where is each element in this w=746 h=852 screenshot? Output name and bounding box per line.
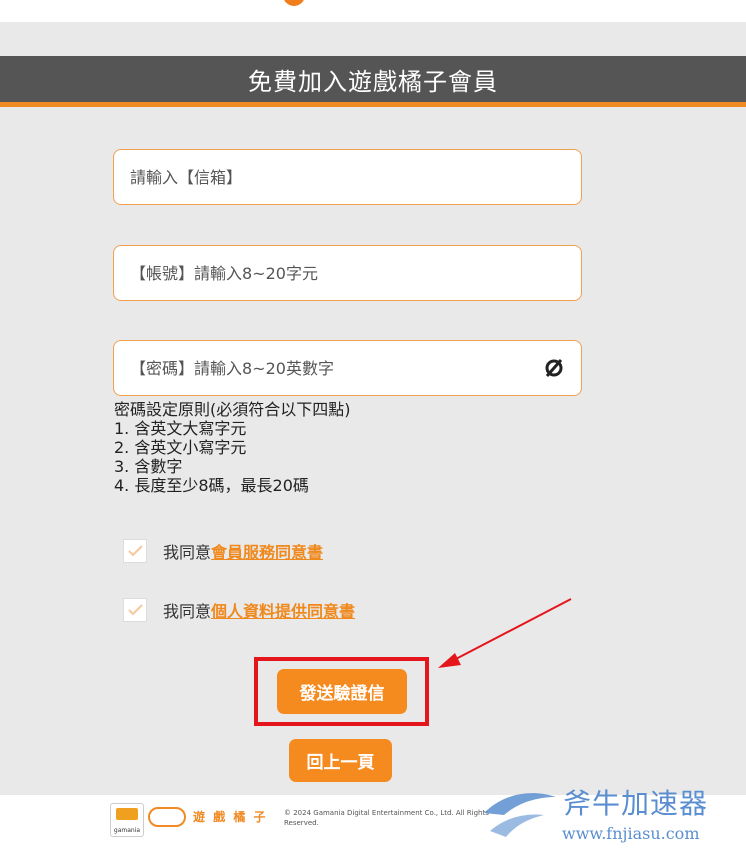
check-icon (128, 545, 143, 557)
annotation-highlight-box (254, 657, 429, 726)
agree-privacy-terms-row: 我同意 個人資料提供同意書 (123, 598, 355, 622)
page-title: 免費加入遊戲橘子會員 (248, 67, 498, 96)
back-button[interactable]: 回上一頁 (289, 739, 392, 782)
agree-privacy-terms-checkbox[interactable] (123, 598, 147, 622)
password-field[interactable] (113, 340, 582, 396)
password-rule-item: 4. 長度至少8碼，最長20碼 (114, 476, 309, 495)
password-rule-item: 2. 含英文小寫字元 (114, 438, 247, 457)
site-logo-peek (283, 0, 305, 6)
eye-off-icon[interactable] (543, 357, 565, 379)
password-rules-heading: 密碼設定原則(必須符合以下四點) (114, 400, 351, 419)
top-strip (0, 0, 746, 22)
agree-prefix: 我同意 (163, 602, 212, 621)
watermark-logo-icon (484, 793, 556, 837)
account-input[interactable] (128, 262, 567, 284)
check-icon (128, 604, 143, 616)
title-bar: 免費加入遊戲橘子會員 (0, 56, 746, 107)
account-field[interactable] (113, 245, 582, 301)
gamania-logo-text: gamania (113, 827, 141, 834)
watermark-title: 斧牛加速器 (563, 787, 709, 820)
member-terms-link[interactable]: 會員服務同意書 (211, 539, 323, 563)
privacy-terms-link[interactable]: 個人資料提供同意書 (211, 598, 355, 622)
password-rule-item: 3. 含數字 (114, 457, 183, 476)
agree-member-terms-checkbox[interactable] (123, 539, 147, 563)
gamania-logo: gamania (110, 803, 144, 837)
password-rules: 密碼設定原則(必須符合以下四點) 1. 含英文大寫字元 2. 含英文小寫字元 3… (114, 400, 351, 495)
brand-text: 遊 戲 橘 子 (193, 810, 268, 824)
agree-prefix: 我同意 (163, 543, 212, 562)
watermark-url: www.fnjiasu.com (562, 824, 700, 843)
password-input[interactable] (128, 357, 532, 379)
email-input[interactable] (128, 166, 567, 188)
brand-logo-icon (148, 807, 186, 827)
password-rule-item: 1. 含英文大寫字元 (114, 419, 247, 438)
email-field[interactable] (113, 149, 582, 205)
agree-member-terms-row: 我同意 會員服務同意書 (123, 539, 323, 563)
